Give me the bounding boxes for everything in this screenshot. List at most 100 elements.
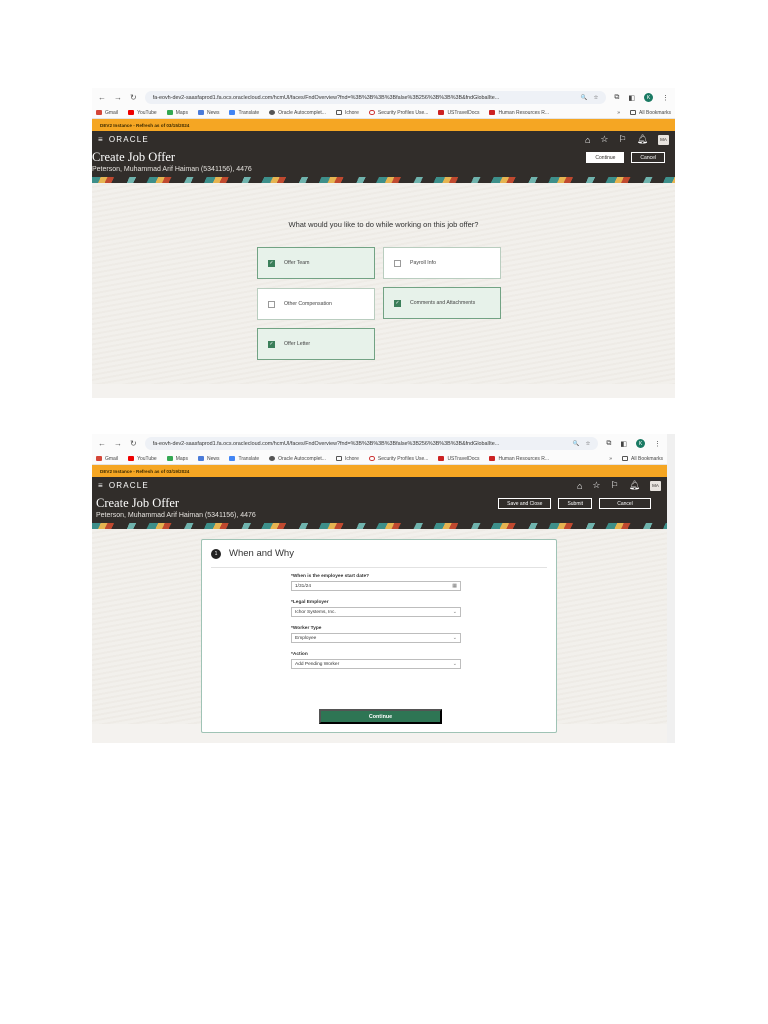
- save-and-close-button[interactable]: Save and Close: [498, 498, 552, 509]
- bookmark-maps[interactable]: Maps: [166, 456, 188, 462]
- gmail-icon: [96, 110, 102, 115]
- bookmark-ichore[interactable]: Ichore: [335, 456, 359, 462]
- back-icon[interactable]: ←: [98, 439, 106, 448]
- all-bookmarks[interactable]: All Bookmarks: [630, 110, 671, 116]
- bookmark-news[interactable]: News: [197, 456, 219, 462]
- bookmark-translate[interactable]: Translate: [229, 110, 259, 116]
- oracle-logo[interactable]: ≡ ORACLE: [98, 135, 149, 144]
- menu-icon[interactable]: ⋮: [654, 440, 661, 448]
- legal-employer-field: *Legal Employer Ichor Systems, Inc. ⌄: [291, 600, 461, 617]
- maps-icon: [166, 456, 173, 461]
- favorite-icon[interactable]: ☆: [592, 480, 600, 491]
- star-icon[interactable]: ☆: [594, 95, 599, 101]
- option-comments-attachments[interactable]: ✓ Comments and Attachments: [383, 287, 501, 319]
- news-icon: [197, 110, 204, 115]
- forward-icon[interactable]: →: [114, 439, 122, 448]
- bookmarks-bar: Gmail YouTube Maps News Translate Oracle…: [92, 453, 667, 465]
- checkbox-checked-icon[interactable]: ✓: [394, 299, 401, 307]
- flag-icon[interactable]: ⚐: [618, 134, 626, 145]
- user-avatar[interactable]: MA: [658, 134, 669, 145]
- reload-icon[interactable]: ↻: [130, 93, 137, 102]
- maps-icon: [166, 110, 173, 115]
- option-other-compensation[interactable]: Other Compensation: [257, 288, 375, 320]
- bookmark-translate[interactable]: Translate: [229, 456, 259, 462]
- option-offer-team[interactable]: ✓ Offer Team: [257, 247, 375, 279]
- bookmark-human-resources[interactable]: Human Resources R...: [489, 110, 549, 116]
- cancel-button[interactable]: Cancel: [631, 152, 665, 163]
- bookmark-security-profiles[interactable]: Security Profiles Use...: [368, 110, 428, 116]
- chevron-down-icon[interactable]: ⌄: [453, 661, 457, 667]
- extensions-icon[interactable]: ⧉: [614, 94, 619, 102]
- sidepanel-icon[interactable]: ◧: [620, 440, 627, 448]
- checkbox-unchecked-icon[interactable]: [268, 300, 275, 308]
- option-offer-letter[interactable]: ✓ Offer Letter: [257, 328, 375, 360]
- bookmark-ustraveldocs[interactable]: USTravelDocs: [438, 456, 479, 462]
- chevron-down-icon[interactable]: ⌄: [453, 635, 457, 641]
- profile-avatar[interactable]: K: [636, 439, 645, 448]
- scrollbar-thumb[interactable]: [669, 480, 673, 630]
- bookmark-news[interactable]: News: [197, 110, 219, 116]
- bookmarks-overflow[interactable]: »: [609, 456, 612, 462]
- favorite-icon[interactable]: ☆: [600, 134, 608, 145]
- screenshot-offer-options: ← → ↻ fa-eovh-dev2-saasfaprod1.fa.ocs.or…: [92, 88, 675, 398]
- legal-employer-select[interactable]: Ichor Systems, Inc. ⌄: [291, 607, 461, 617]
- bookmark-youtube[interactable]: YouTube: [128, 456, 157, 462]
- bookmark-maps[interactable]: Maps: [166, 110, 188, 116]
- oracle-logo[interactable]: ≡ ORACLE: [98, 481, 149, 490]
- bookmark-oracle[interactable]: Oracle Autocomplet...: [269, 456, 326, 462]
- continue-button[interactable]: Continue: [586, 152, 625, 163]
- action-label: *Action: [291, 652, 308, 657]
- option-payroll-info[interactable]: Payroll Info: [383, 247, 501, 279]
- bookmark-human-resources[interactable]: Human Resources R...: [489, 456, 549, 462]
- page-subtitle: Peterson, Muhammad Arif Haiman (5341156)…: [92, 166, 252, 173]
- bookmarks-overflow[interactable]: »: [617, 110, 620, 116]
- back-icon[interactable]: ←: [98, 93, 106, 102]
- sidepanel-icon[interactable]: ◧: [628, 94, 635, 102]
- options-area: What would you like to do while working …: [92, 183, 675, 384]
- link-icon: [368, 456, 375, 461]
- menu-icon[interactable]: ⋮: [662, 94, 669, 102]
- reload-icon[interactable]: ↻: [130, 439, 137, 448]
- zoom-icon[interactable]: 🔍: [581, 95, 588, 101]
- bookmark-youtube[interactable]: YouTube: [128, 110, 157, 116]
- bell-icon[interactable]: 🔔︎: [637, 134, 648, 145]
- calendar-icon[interactable]: ▦: [452, 583, 457, 589]
- action-select[interactable]: Add Pending Worker ⌄: [291, 659, 461, 669]
- screenshot-when-and-why: ← → ↻ fa-eovh-dev2-saasfaprod1.fa.ocs.or…: [92, 434, 675, 743]
- checkbox-unchecked-icon[interactable]: [394, 259, 401, 267]
- checkbox-checked-icon[interactable]: ✓: [268, 340, 275, 348]
- bookmark-oracle[interactable]: Oracle Autocomplet...: [269, 110, 326, 116]
- profile-avatar[interactable]: K: [644, 93, 653, 102]
- bookmark-ichore[interactable]: Ichore: [335, 110, 359, 116]
- bookmark-gmail[interactable]: Gmail: [96, 110, 118, 116]
- home-icon[interactable]: ⌂: [585, 135, 590, 145]
- zoom-icon[interactable]: 🔍: [573, 441, 580, 447]
- address-bar[interactable]: fa-eovh-dev2-saasfaprod1.fa.ocs.oraclecl…: [144, 91, 607, 104]
- cancel-button[interactable]: Cancel: [599, 498, 651, 509]
- bookmark-security-profiles[interactable]: Security Profiles Use...: [368, 456, 428, 462]
- all-bookmarks[interactable]: All Bookmarks: [622, 456, 663, 462]
- chevron-down-icon[interactable]: ⌄: [453, 609, 457, 615]
- hamburger-icon[interactable]: ≡: [98, 135, 104, 144]
- doc-icon: [438, 456, 445, 461]
- extensions-icon[interactable]: ⧉: [606, 440, 611, 448]
- flag-icon[interactable]: ⚐: [610, 480, 618, 491]
- home-icon[interactable]: ⌂: [577, 481, 582, 491]
- address-bar[interactable]: fa-eovh-dev2-saasfaprod1.fa.ocs.oraclecl…: [144, 437, 599, 450]
- continue-button[interactable]: Continue: [319, 709, 442, 724]
- folder-icon: [335, 456, 342, 461]
- submit-button[interactable]: Submit: [558, 498, 592, 509]
- bookmark-ustraveldocs[interactable]: USTravelDocs: [438, 110, 479, 116]
- bookmark-gmail[interactable]: Gmail: [96, 456, 118, 462]
- globe-icon: [269, 456, 276, 461]
- translate-icon: [229, 456, 236, 461]
- start-date-input[interactable]: 1/31/24 ▦: [291, 581, 461, 591]
- forward-icon[interactable]: →: [114, 93, 122, 102]
- worker-type-select[interactable]: Employee ⌄: [291, 633, 461, 643]
- star-icon[interactable]: ☆: [586, 441, 591, 447]
- bell-icon[interactable]: 🔔︎: [629, 480, 640, 491]
- user-avatar[interactable]: MA: [650, 480, 661, 491]
- page-scrollbar[interactable]: [667, 474, 675, 743]
- checkbox-checked-icon[interactable]: ✓: [268, 259, 275, 267]
- hamburger-icon[interactable]: ≡: [98, 481, 104, 490]
